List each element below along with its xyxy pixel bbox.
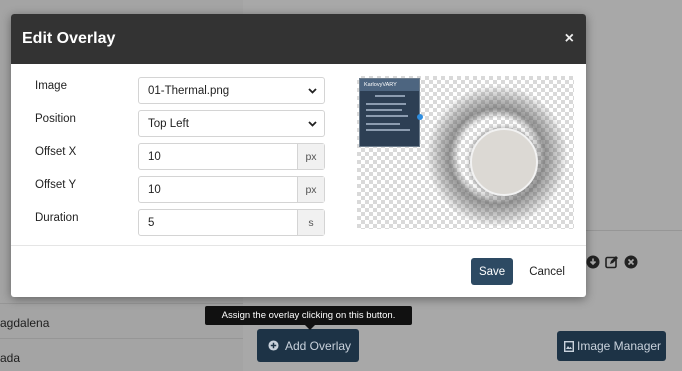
overlay-preview: KarlovyVARY xyxy=(357,76,574,229)
anchor-dot xyxy=(417,114,423,120)
image-select-value: 01-Thermal.png xyxy=(148,84,230,97)
download-icon[interactable] xyxy=(586,255,600,269)
image-label: Image xyxy=(35,80,67,92)
position-select[interactable]: Top Left xyxy=(138,110,325,137)
thumbnail-brand: KarlovyVARY xyxy=(360,79,419,91)
modal-header: Edit Overlay × xyxy=(11,14,586,64)
image-manager-label: Image Manager xyxy=(577,339,662,353)
overlay-thumbnail: KarlovyVARY xyxy=(359,78,420,147)
remove-icon[interactable] xyxy=(624,255,638,269)
image-file-icon xyxy=(564,340,574,352)
chevron-down-icon xyxy=(300,120,324,127)
cancel-button[interactable]: Cancel xyxy=(519,258,575,285)
list-divider xyxy=(0,303,243,304)
chevron-down-icon xyxy=(300,87,324,94)
position-select-value: Top Left xyxy=(148,117,189,130)
image-select[interactable]: 01-Thermal.png xyxy=(138,77,325,104)
offset-y-value[interactable]: 10 xyxy=(139,184,297,196)
list-divider xyxy=(0,338,243,339)
save-button[interactable]: Save xyxy=(470,258,514,285)
add-overlay-label: Add Overlay xyxy=(285,338,352,353)
duration-label: Duration xyxy=(35,212,79,224)
offset-x-unit: px xyxy=(297,144,324,169)
modal-title: Edit Overlay xyxy=(22,30,116,47)
edit-overlay-modal: Edit Overlay × Image 01-Thermal.png Posi… xyxy=(11,14,586,297)
offset-x-value[interactable]: 10 xyxy=(139,151,297,163)
duration-field[interactable]: 5 s xyxy=(138,209,325,236)
modal-footer: Save Cancel xyxy=(11,245,586,297)
list-item-name[interactable]: ada xyxy=(0,351,20,365)
image-manager-button[interactable]: Image Manager xyxy=(557,331,666,361)
list-item-name[interactable]: agdalena xyxy=(0,316,49,330)
preview-circle xyxy=(470,128,538,196)
edit-icon[interactable] xyxy=(605,255,619,269)
offset-x-field[interactable]: 10 px xyxy=(138,143,325,170)
add-overlay-button[interactable]: Add Overlay xyxy=(257,329,359,362)
modal-body: Image 01-Thermal.png Position Top Left O… xyxy=(11,64,586,245)
plus-circle-icon xyxy=(268,340,279,351)
offset-x-label: Offset X xyxy=(35,146,77,158)
offset-y-unit: px xyxy=(297,177,324,202)
offset-y-label: Offset Y xyxy=(35,179,77,191)
tooltip: Assign the overlay clicking on this butt… xyxy=(205,306,412,330)
offset-y-field[interactable]: 10 px xyxy=(138,176,325,203)
duration-value[interactable]: 5 xyxy=(139,217,297,229)
close-icon[interactable]: × xyxy=(565,30,574,48)
duration-unit: s xyxy=(297,210,324,235)
position-label: Position xyxy=(35,113,76,125)
row-actions xyxy=(586,255,638,269)
